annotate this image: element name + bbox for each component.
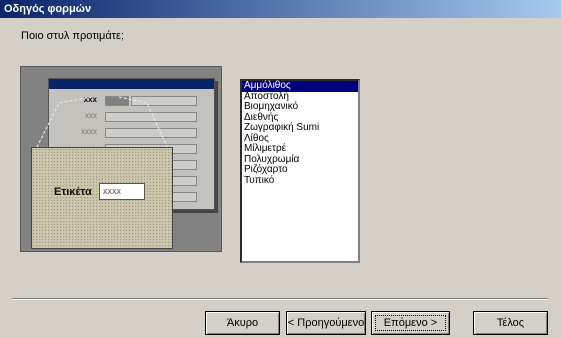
style-preview: xxx xxx xxxx Ετικέτα xxxx [20,66,222,252]
preview-row-label: xxxx [81,127,97,136]
preview-row-label: xxx [85,111,97,120]
window-title: Οδηγός φορμών [4,3,92,15]
list-item[interactable]: Βιομηχανικό [242,101,358,113]
question-label: Ποιο στυλ προτιμάτε; [21,30,124,42]
preview-field [105,96,129,106]
cancel-button[interactable]: Άκυρο [205,311,280,335]
list-item[interactable]: Μίλιμετρέ [242,143,358,155]
list-item[interactable]: Ζωγραφική Sumi [242,122,358,134]
list-item[interactable]: Τυπικό [242,175,358,187]
preview-row: xxx [49,94,214,106]
zoom-label-text: Ετικέτα [54,186,92,198]
preview-titlebar [49,79,214,89]
preview-row: xxxx [49,126,214,138]
finish-button[interactable]: Τέλος [473,311,548,335]
button-separator [12,298,548,300]
preview-field [105,112,197,122]
preview-row-label: xxx [83,95,97,104]
next-button[interactable]: Επόμενο > [371,311,450,335]
preview-field [105,128,197,138]
back-button[interactable]: < Προηγούμενο [286,311,366,335]
zoomed-label-sample: Ετικέτα xxxx [31,147,173,249]
title-bar: Οδηγός φορμών [0,0,561,18]
list-item[interactable]: Ριζόχαρτο [242,164,358,176]
preview-row: xxx [49,110,214,122]
preview-field [131,96,197,106]
list-item[interactable]: Αμμόλιθος [242,80,358,92]
style-listbox[interactable]: Αμμόλιθος Αποστολή Βιομηχανικό Διεθνής Ζ… [240,79,360,263]
zoom-textbox-sample: xxxx [99,183,145,200]
